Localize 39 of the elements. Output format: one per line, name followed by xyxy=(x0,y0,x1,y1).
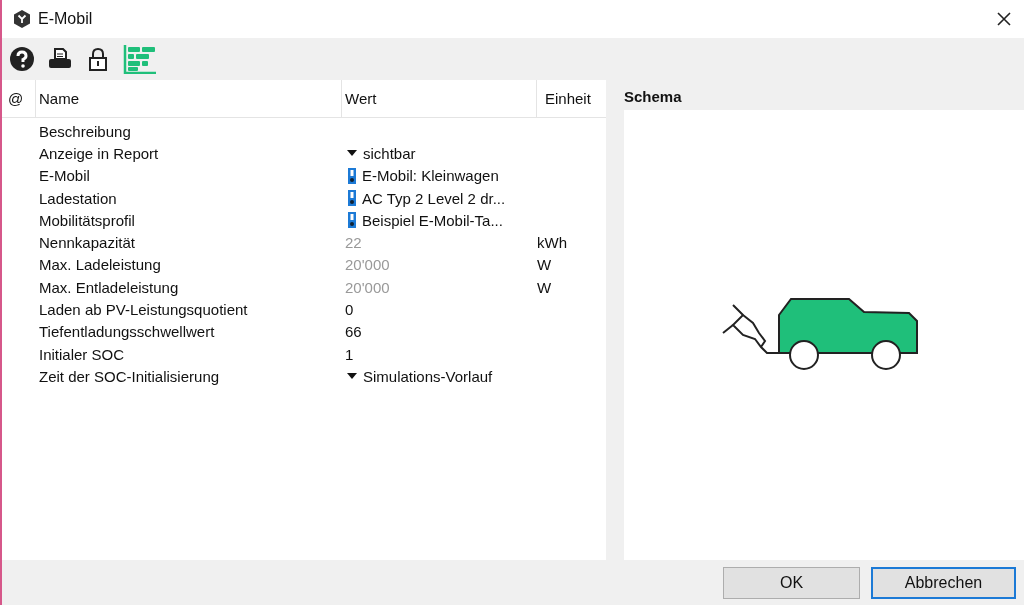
property-value[interactable]: 66 xyxy=(345,323,362,341)
column-header[interactable]: Name xyxy=(36,80,342,117)
property-name: Nennkapazität xyxy=(39,234,135,252)
property-name: Beschreibung xyxy=(39,122,131,140)
dropdown-value[interactable]: Simulations-Vorlauf xyxy=(363,367,493,385)
linked-object[interactable]: Beispiel E-Mobil-Ta... xyxy=(362,211,503,229)
help-icon[interactable] xyxy=(9,46,35,72)
link-icon[interactable] xyxy=(348,212,356,229)
property-value[interactable]: 0 xyxy=(345,301,354,318)
link-icon[interactable] xyxy=(348,167,356,184)
property-value[interactable]: 1 xyxy=(345,345,354,363)
property-name: Max. Ladeleistung xyxy=(39,256,161,274)
column-header[interactable]: @ xyxy=(2,80,36,117)
unit-label: W xyxy=(537,256,552,274)
column-header[interactable]: Wert xyxy=(342,80,537,117)
dialog-button[interactable]: Abbrechen xyxy=(871,566,1016,599)
dropdown-caret-icon[interactable] xyxy=(347,150,357,157)
property-name: Ladestation xyxy=(39,189,117,207)
property-name: Laden ab PV-Leistungsquotient xyxy=(39,301,248,318)
column-header[interactable]: Einheit xyxy=(537,80,606,117)
property-name: Tiefentladungsschwellwert xyxy=(39,323,215,341)
property-name: Max. Entladeleistung xyxy=(39,278,179,296)
linked-object[interactable]: AC Typ 2 Level 2 dr... xyxy=(362,189,506,207)
panel-title: Schema xyxy=(624,86,683,107)
linked-object[interactable]: E-Mobil: Kleinwagen xyxy=(362,167,499,185)
property-name: Initialer SOC xyxy=(39,345,125,363)
unit-label: kWh xyxy=(537,234,567,252)
property-name: Mobilitätsprofil xyxy=(39,211,135,229)
app-logo-icon xyxy=(12,9,32,29)
property-name: Zeit der SOC-Initialisierung xyxy=(39,367,220,385)
link-icon[interactable] xyxy=(348,190,356,207)
property-name: E-Mobil xyxy=(39,167,90,185)
dialog-button[interactable]: OK xyxy=(723,566,860,599)
window-title: E-Mobil xyxy=(38,10,93,28)
close-icon[interactable] xyxy=(996,11,1012,27)
property-name: Anzeige in Report xyxy=(39,144,159,162)
dropdown-value[interactable]: sichtbar xyxy=(363,144,416,162)
dropdown-caret-icon[interactable] xyxy=(347,373,357,380)
unit-label: W xyxy=(537,278,552,296)
